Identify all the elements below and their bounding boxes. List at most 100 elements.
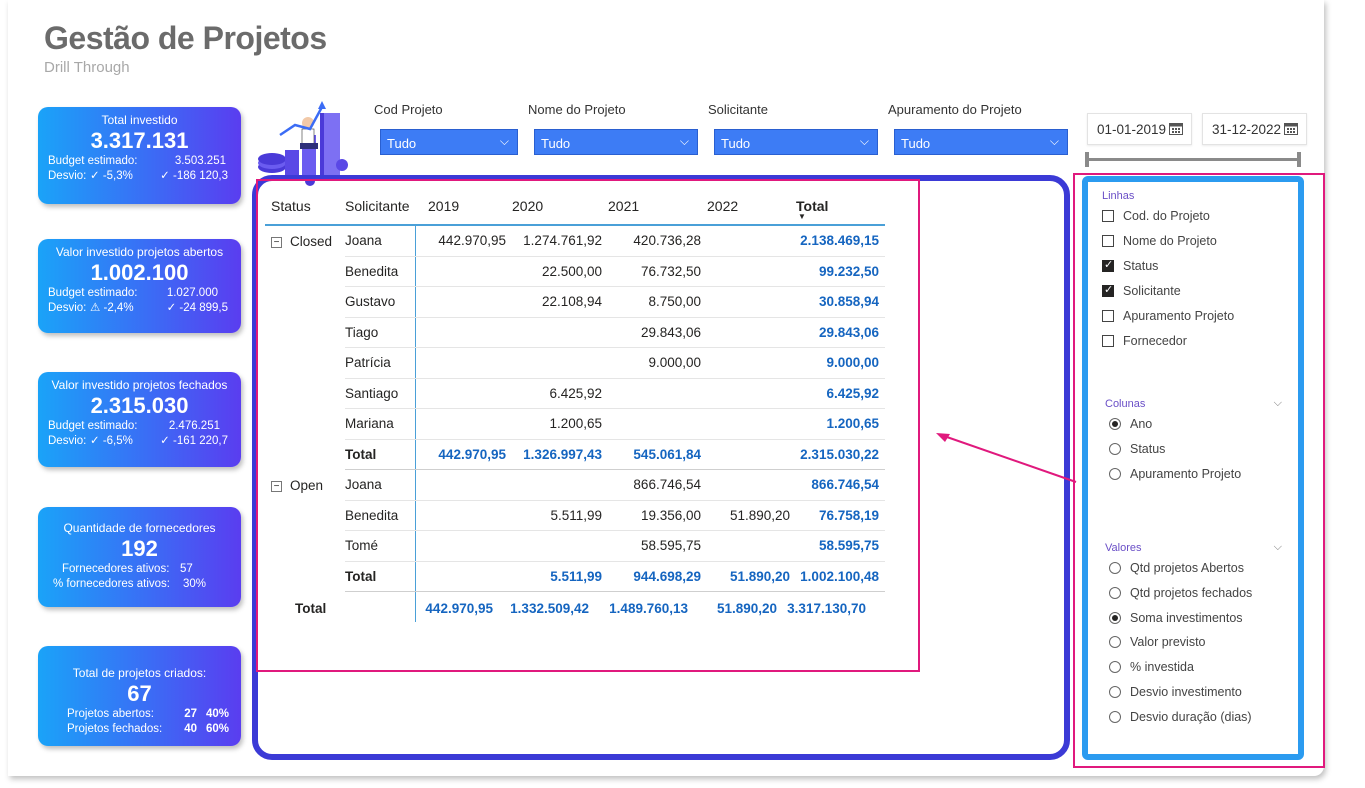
slicer-value: Tudo (387, 136, 417, 151)
checkbox[interactable] (1102, 283, 1114, 297)
option-label: Ano (1130, 417, 1153, 431)
solicitante-cell: Joana (345, 477, 382, 493)
cod-projeto-dropdown[interactable]: Tudo ⌵ (380, 129, 518, 155)
cell-2021: 866.746,54 (633, 477, 701, 493)
cell-2020: 1.200,65 (549, 416, 602, 432)
table-row[interactable]: Benedita 22.500,00 76.732,50 99.232,50 (265, 257, 885, 287)
linhas-option[interactable]: Fornecedor (1102, 334, 1187, 348)
status-cell[interactable]: − Open (265, 478, 345, 493)
table-row[interactable]: Patrícia 9.000,00 9.000,00 (265, 348, 885, 379)
kpi-projetos: Total de projetos criados: 67 Projetos a… (38, 646, 241, 746)
valores-option[interactable]: Qtd projetos fechados (1109, 586, 1252, 600)
radio-button[interactable] (1109, 586, 1121, 599)
option-label: Valor previsto (1130, 635, 1206, 650)
table-row[interactable]: Santiago 6.425,92 6.425,92 (265, 379, 885, 409)
radio-button[interactable] (1109, 710, 1121, 723)
table-row[interactable]: Total 442.970,95 1.332.509,42 1.489.760,… (265, 592, 885, 624)
collapse-icon[interactable]: − (271, 480, 282, 492)
kpi-label: Quantidade de fornecedores (63, 521, 216, 535)
cell-total: 866.746,54 (811, 477, 879, 493)
abertos-value: 27 (184, 708, 197, 720)
table-row[interactable]: − Open Joana 866.746,54 866.746,54 (265, 470, 885, 501)
page-title: Gestão de Projetos (44, 20, 327, 56)
desvio-abs: ✓ -161 220,7 (160, 435, 228, 447)
header-solicitante[interactable]: Solicitante (345, 198, 428, 214)
checkbox[interactable] (1102, 335, 1114, 347)
cell-2021: 8.750,00 (648, 294, 701, 310)
radio-button[interactable] (1109, 636, 1121, 649)
table-row[interactable]: Gustavo 22.108,94 8.750,00 30.858,94 (265, 287, 885, 318)
radio-button[interactable] (1109, 562, 1121, 574)
header-2020[interactable]: 2020 (512, 198, 608, 214)
nome-projeto-dropdown[interactable]: Tudo ⌵ (534, 129, 698, 155)
desvio-abs: ✓ -186 120,3 (160, 170, 228, 182)
radio-button[interactable] (1109, 468, 1121, 480)
table-row[interactable]: Tomé 58.595,75 58.595,75 (265, 531, 885, 562)
apuramento-dropdown[interactable]: Tudo ⌵ (894, 129, 1068, 155)
checkbox[interactable] (1102, 210, 1114, 222)
collapse-icon[interactable]: − (271, 236, 282, 248)
linhas-option[interactable]: Solicitante (1102, 283, 1181, 298)
table-row[interactable]: Benedita 5.511,99 19.356,00 51.890,20 76… (265, 501, 885, 531)
radio-button[interactable] (1109, 611, 1121, 624)
checkbox[interactable] (1102, 310, 1114, 322)
valores-option[interactable]: Desvio duração (dias) (1109, 710, 1252, 724)
status-cell[interactable]: − Closed (265, 234, 345, 249)
radio-button[interactable] (1109, 686, 1121, 698)
chevron-down-icon[interactable]: ⌵ (1274, 541, 1282, 554)
solicitante-dropdown[interactable]: Tudo ⌵ (714, 129, 878, 155)
checkbox[interactable] (1102, 258, 1114, 272)
option-label: Status (1123, 259, 1159, 273)
option-label: Qtd projetos Abertos (1130, 561, 1244, 575)
colunas-option[interactable]: Ano (1109, 417, 1152, 431)
calendar-icon[interactable] (1284, 122, 1298, 135)
header-2021[interactable]: 2021 (608, 198, 707, 214)
date-range-slider[interactable] (1085, 152, 1301, 167)
row-values: Mariana 1.200,65 1.200,65 (345, 409, 885, 440)
valores-option[interactable]: % investida (1109, 660, 1194, 674)
start-date-input[interactable]: 01-01-2019 (1087, 113, 1192, 145)
kpi-value: 67 (127, 681, 152, 706)
header-2019[interactable]: 2019 (428, 198, 512, 214)
calendar-icon[interactable] (1169, 122, 1183, 135)
linhas-option[interactable]: Nome do Projeto (1102, 234, 1217, 248)
cell-2021: 1.489.760,13 (609, 600, 688, 616)
valores-option[interactable]: Soma investimentos (1109, 611, 1243, 625)
radio-button[interactable] (1109, 418, 1121, 430)
colunas-option[interactable]: Apuramento Projeto (1109, 467, 1241, 481)
valores-option[interactable]: Valor previsto (1109, 635, 1206, 649)
header-status[interactable]: Status (265, 198, 345, 214)
row-values: Joana 866.746,54 866.746,54 (345, 470, 885, 501)
table-row[interactable]: Mariana 1.200,65 1.200,65 (265, 409, 885, 440)
radio-button[interactable] (1109, 661, 1121, 674)
linhas-option[interactable]: Apuramento Projeto (1102, 309, 1234, 323)
matrix-table[interactable]: Status Solicitante 2019 2020 2021 2022 T… (265, 188, 885, 624)
subtotal-row[interactable]: Total 5.511,99 944.698,29 51.890,20 1.00… (265, 562, 885, 592)
budget-value: 2.476.251 (168, 420, 220, 432)
header-total[interactable]: Total ▼ (796, 198, 876, 221)
linhas-option[interactable]: Status (1102, 258, 1159, 273)
fechados-value: 40 (184, 723, 197, 735)
valores-option[interactable]: Desvio investimento (1109, 685, 1242, 699)
cell-total: 58.595,75 (818, 538, 879, 554)
radio-button[interactable] (1109, 443, 1121, 455)
end-date-input[interactable]: 31-12-2022 (1202, 113, 1307, 145)
colunas-option[interactable]: Status (1109, 442, 1165, 456)
checkbox[interactable] (1102, 235, 1114, 247)
cell-2020: 6.425,92 (549, 385, 602, 401)
table-row[interactable]: − Closed Joana 442.970,95 1.274.761,92 42… (265, 226, 885, 257)
cell-2020: 5.511,99 (550, 507, 602, 523)
table-row[interactable]: Tiago 29.843,06 29.843,06 (265, 318, 885, 348)
pct-value: 30% (183, 578, 207, 590)
cell-2021: 420.736,28 (633, 233, 701, 249)
linhas-option[interactable]: Cod. do Projeto (1102, 209, 1210, 223)
chevron-down-icon[interactable]: ⌵ (1274, 397, 1282, 410)
desvio-label: Desvio: (48, 302, 87, 314)
header-2022[interactable]: 2022 (707, 198, 796, 214)
subtotal-row[interactable]: Total 442.970,95 1.326.997,43 545.061,84… (265, 440, 885, 470)
sort-desc-icon: ▼ (798, 212, 806, 221)
valores-option[interactable]: Qtd projetos Abertos (1109, 561, 1244, 575)
fechados-label: Projetos fechados: (67, 723, 163, 735)
end-date-value: 31-12-2022 (1212, 122, 1282, 137)
cell-2019: 442.970,95 (425, 600, 493, 616)
